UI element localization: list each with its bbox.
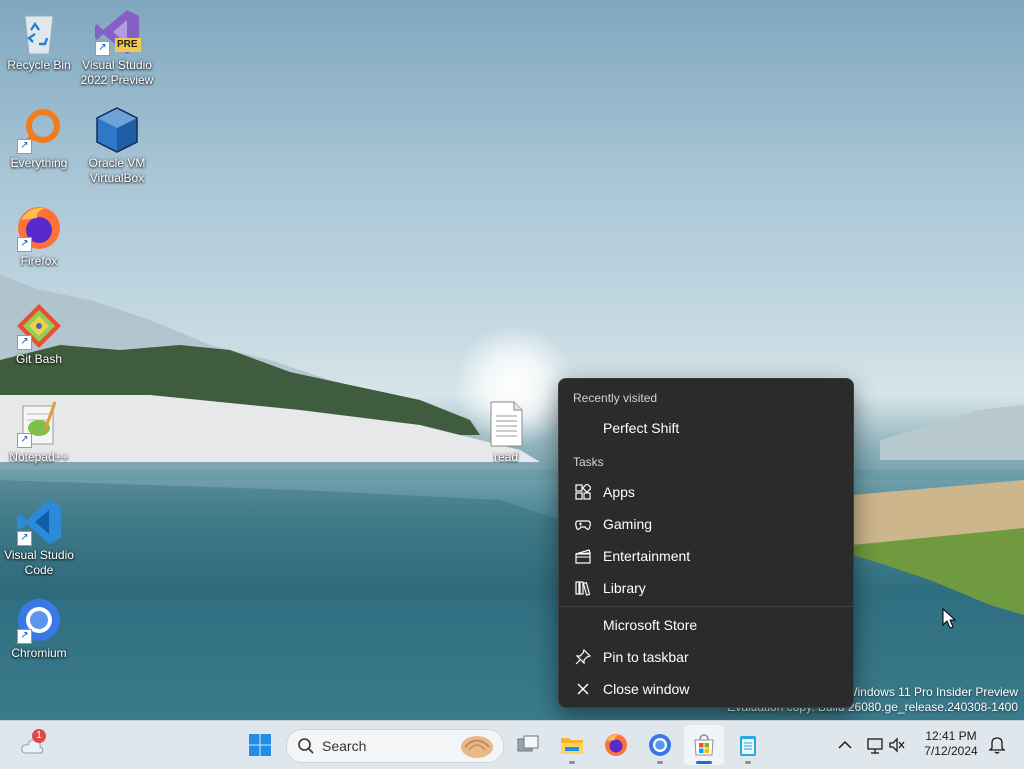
jumplist-item-microsoft-store[interactable]: Microsoft Store [563,610,849,640]
clock-time: 12:41 PM [925,729,977,743]
firefox-icon-item[interactable]: ↗ Firefox [0,204,78,269]
notepadpp-label: Notepad++ [9,450,69,464]
running-indicator [745,761,751,764]
preview-badge: PRE [117,39,138,50]
network-icon [867,738,883,754]
notepad-taskbar-button[interactable] [728,725,768,765]
everything-icon-item[interactable]: ↗ Everything [0,106,78,171]
text-file-icon [490,401,523,447]
shortcut-arrow-icon: ↗ [17,139,32,154]
recycle-bin-icon-item[interactable]: Recycle Bin [0,8,78,73]
notifications-button[interactable] [984,725,1010,765]
tasks-header: Tasks [573,455,604,469]
git-bash-label: Git Bash [15,352,63,366]
search-icon [298,738,314,754]
shortcut-arrow-icon: ↗ [17,531,32,546]
jumplist-item-close-window[interactable]: Close window [563,674,849,704]
pin-icon [575,649,591,665]
everything-label: Everything [10,156,68,170]
bell-icon [988,737,1006,754]
taskbar-search-box[interactable]: Search [286,729,504,763]
notepad-icon [740,736,756,756]
clock-date: 7/12/2024 [924,744,978,758]
gaming-label: Gaming [603,516,653,532]
library-icon [575,581,591,596]
chromium-label: Chromium [11,646,67,660]
recycle-bin-label: Recycle Bin [7,58,71,72]
weather-widget-button[interactable]: 1 [12,725,52,765]
recycle-bin-icon [24,15,54,55]
chromium-taskbar-button[interactable] [640,725,680,765]
windows-logo-icon [249,734,271,756]
microsoft-store-jump-list: Recently visited Perfect Shift Tasks App… [558,378,854,708]
volume-muted-icon [889,737,905,753]
read-file-icon-item[interactable]: read [467,400,545,465]
apps-icon [575,484,591,500]
task-view-icon [517,735,539,752]
git-bash-icon-item[interactable]: ↗ Git Bash [0,302,78,367]
jumplist-separator [559,606,853,607]
firefox-taskbar-button[interactable] [596,725,636,765]
jumplist-item-gaming[interactable]: Gaming [563,509,849,539]
close-icon [577,683,589,695]
pin-to-taskbar-label: Pin to taskbar [603,649,689,665]
folder-icon [561,738,583,754]
shortcut-arrow-icon: ↗ [17,237,32,252]
vscode-label: Visual Studio Code [4,548,74,577]
file-explorer-taskbar-button[interactable] [552,725,592,765]
running-indicator [657,761,663,764]
taskbar-clock[interactable]: 12:41 PM 7/12/2024 [920,729,982,759]
show-hidden-icons-button[interactable] [834,725,856,765]
active-indicator [696,761,712,764]
desktop: Recycle Bin PRE ↗ Visual Studio 2022 Pre… [0,0,1024,720]
firefox-icon [605,734,627,756]
recently-visited-header: Recently visited [573,391,658,405]
microsoft-store-icon [694,734,714,756]
microsoft-store-taskbar-button[interactable] [684,725,724,765]
notepadpp-icon-item[interactable]: ↗ Notepad++ [0,400,78,465]
jumplist-item-library[interactable]: Library [563,573,849,603]
close-window-label: Close window [603,681,690,697]
virtualbox-cube-icon [96,107,138,153]
perfect-shift-label: Perfect Shift [603,420,680,436]
clapperboard-icon [575,549,591,564]
search-highlight-shell-icon [461,736,493,758]
mouse-cursor-icon [942,608,957,629]
search-placeholder: Search [322,738,367,754]
task-view-button[interactable] [508,725,548,765]
virtualbox-icon-item[interactable]: Oracle VM VirtualBox [78,106,156,186]
firefox-label: Firefox [20,254,58,268]
vscode-icon-item[interactable]: ↗ Visual Studio Code [0,498,78,578]
jumplist-item-entertainment[interactable]: Entertainment [563,541,849,571]
running-indicator [569,761,575,764]
library-label: Library [603,580,646,596]
start-button[interactable] [240,725,280,765]
jumplist-item-pin-to-taskbar[interactable]: Pin to taskbar [563,642,849,672]
notification-count-badge: 1 [32,729,46,743]
jumplist-item-perfect-shift[interactable]: Perfect Shift [563,413,849,443]
shortcut-arrow-icon: ↗ [17,629,32,644]
microsoft-store-label: Microsoft Store [603,617,698,633]
entertainment-label: Entertainment [603,548,691,564]
visual-studio-label: Visual Studio 2022 Preview [80,58,154,87]
chevron-up-icon [838,740,852,749]
shortcut-arrow-icon: ↗ [17,335,32,350]
visual-studio-icon-item[interactable]: PRE ↗ Visual Studio 2022 Preview [78,8,156,88]
virtualbox-label: Oracle VM VirtualBox [88,156,146,185]
shortcut-arrow-icon: ↗ [17,433,32,448]
gamepad-icon [575,520,591,530]
network-volume-tray-button[interactable] [864,725,910,765]
jumplist-item-apps[interactable]: Apps [563,477,849,507]
shortcut-arrow-icon: ↗ [95,41,110,56]
taskbar: 1 Search 12:41 PM 7/12/2024 [0,720,1024,769]
apps-label: Apps [603,484,635,500]
chromium-icon [649,734,671,756]
chromium-icon-item[interactable]: ↗ Chromium [0,596,78,661]
read-file-label: read [493,450,519,464]
